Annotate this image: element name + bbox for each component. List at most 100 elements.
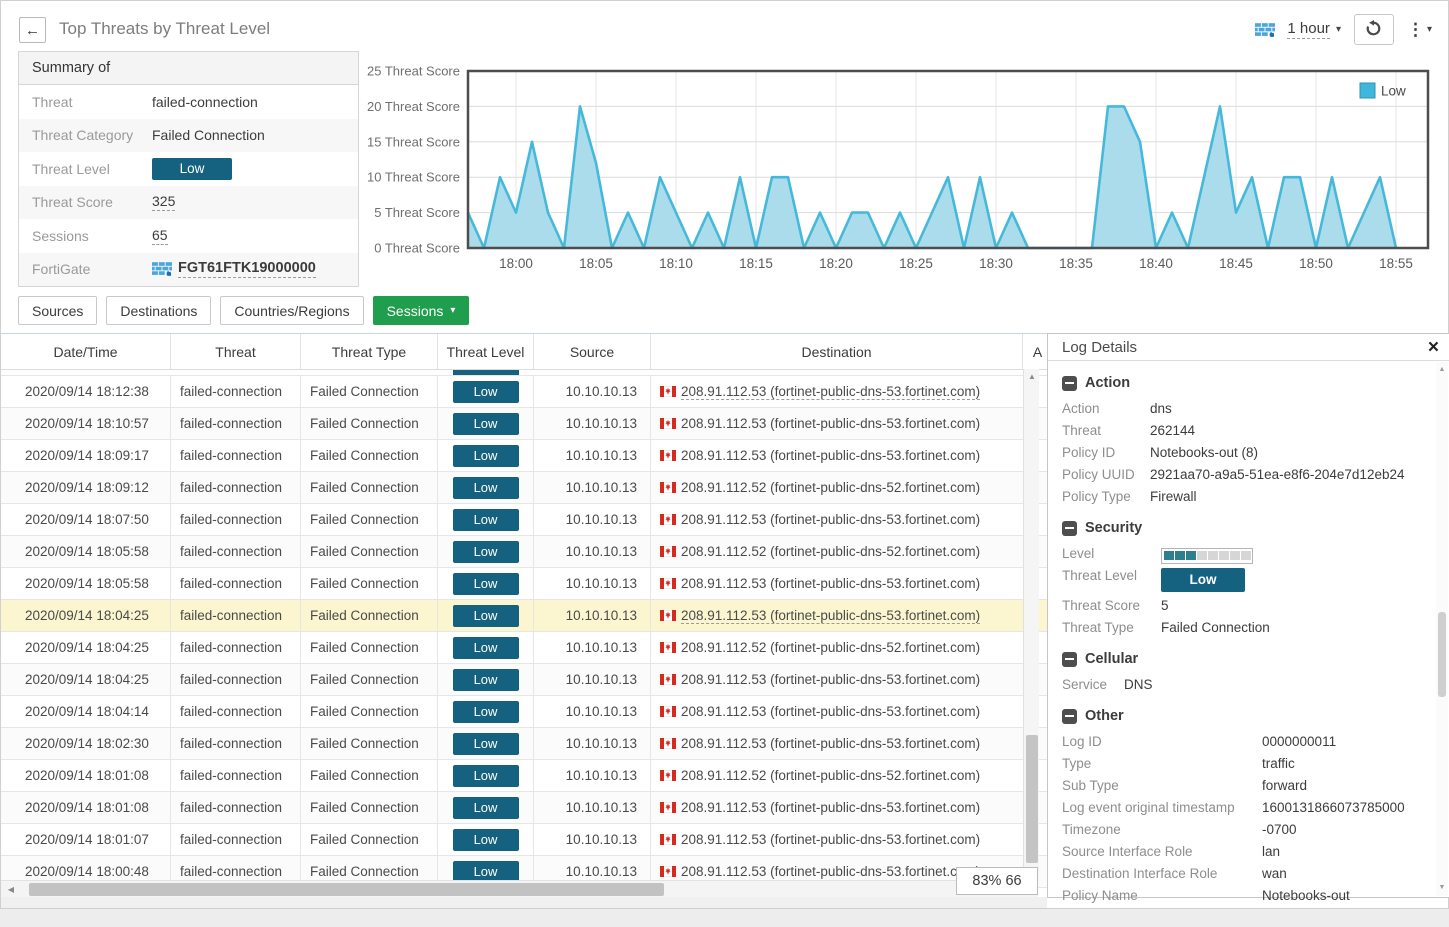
- column-header-action-partial[interactable]: A: [1023, 334, 1047, 369]
- table-header: Date/TimeThreatThreat TypeThreat LevelSo…: [1, 334, 1047, 370]
- destination-link[interactable]: 208.91.112.53 (fortinet-public-dns-53.fo…: [681, 704, 980, 719]
- cell-threat: failed-connection: [171, 376, 301, 407]
- summary-value: Failed Connection: [152, 127, 265, 143]
- destination-link[interactable]: 208.91.112.53 (fortinet-public-dns-53.fo…: [681, 512, 980, 527]
- summary-value-link[interactable]: 325: [152, 193, 175, 211]
- log-field-value: 1600131866073785000: [1262, 798, 1405, 818]
- destination-link[interactable]: 208.91.112.53 (fortinet-public-dns-53.fo…: [681, 800, 980, 815]
- cell-threat: failed-connection: [171, 792, 301, 823]
- collapse-icon[interactable]: [1062, 521, 1077, 536]
- fortianalyzer-fortiview-app: ← Top Threats by Threat Level 1 hour ▾: [0, 0, 1449, 909]
- canada-flag-icon: [660, 482, 676, 493]
- collapse-icon[interactable]: [1062, 709, 1077, 724]
- log-field-row: Threat Score5: [1062, 596, 1429, 616]
- collapse-icon[interactable]: [1062, 652, 1077, 667]
- tab-sessions[interactable]: Sessions▾: [373, 296, 470, 325]
- tab-destinations[interactable]: Destinations: [106, 296, 211, 325]
- table-row[interactable]: 2020/09/14 18:01:08 failed-connection Fa…: [1, 760, 1047, 792]
- chevron-down-icon: ▾: [450, 305, 455, 316]
- svg-text:25 Threat Score: 25 Threat Score: [367, 64, 460, 79]
- destination-link[interactable]: 208.91.112.52 (fortinet-public-dns-52.fo…: [681, 768, 980, 783]
- destination-link[interactable]: 208.91.112.53 (fortinet-public-dns-53.fo…: [681, 448, 980, 463]
- cell-threat: failed-connection: [171, 568, 301, 599]
- cell-threat-level: Low: [438, 632, 534, 663]
- column-header-date-time[interactable]: Date/Time: [1, 334, 171, 369]
- table-row[interactable]: 2020/09/14 18:12:38 failed-connection Fa…: [1, 376, 1047, 408]
- table-row[interactable]: 2020/09/14 18:05:58 failed-connection Fa…: [1, 568, 1047, 600]
- cell-threat: failed-connection: [171, 472, 301, 503]
- destination-link[interactable]: 208.91.112.52 (fortinet-public-dns-52.fo…: [681, 640, 980, 655]
- summary-title: Summary of: [19, 52, 358, 85]
- table-vertical-scrollbar[interactable]: ▲ ▼: [1023, 369, 1039, 881]
- table-row[interactable]: 2020/09/14 18:01:07 failed-connection Fa…: [1, 824, 1047, 856]
- table-row[interactable]: 2020/09/14 18:09:17 failed-connection Fa…: [1, 440, 1047, 472]
- back-button[interactable]: ←: [19, 17, 46, 43]
- scroll-up-arrow-icon[interactable]: ▲: [1436, 364, 1448, 376]
- canada-flag-icon: [660, 610, 676, 621]
- log-field-row: Policy UUID2921aa70-a9a5-51ea-e8f6-204e7…: [1062, 465, 1429, 485]
- log-field-row: Destination Interface Rolewan: [1062, 864, 1429, 884]
- canada-flag-icon: [660, 578, 676, 589]
- more-menu-button[interactable]: ⋮ ▾: [1407, 20, 1432, 40]
- tab-countries-regions[interactable]: Countries/Regions: [220, 296, 363, 325]
- column-header-threat-level[interactable]: Threat Level: [438, 334, 534, 369]
- log-field-label: Service: [1062, 675, 1124, 695]
- destination-link[interactable]: 208.91.112.53 (fortinet-public-dns-53.fo…: [681, 832, 980, 847]
- canada-flag-icon: [660, 866, 676, 877]
- summary-value-link[interactable]: 65: [152, 227, 168, 245]
- destination-link[interactable]: 208.91.112.53 (fortinet-public-dns-53.fo…: [681, 384, 980, 400]
- destination-link[interactable]: 208.91.112.53 (fortinet-public-dns-53.fo…: [681, 576, 980, 591]
- time-range-dropdown[interactable]: 1 hour ▾: [1255, 20, 1341, 39]
- destination-link[interactable]: 208.91.112.53 (fortinet-public-dns-53.fo…: [681, 672, 980, 687]
- table-row[interactable]: 2020/09/14 18:02:30 failed-connection Fa…: [1, 728, 1047, 760]
- column-header-threat-type[interactable]: Threat Type: [301, 334, 438, 369]
- destination-link[interactable]: 208.91.112.53 (fortinet-public-dns-53.fo…: [681, 864, 980, 879]
- destination-link[interactable]: 208.91.112.53 (fortinet-public-dns-53.fo…: [681, 416, 980, 431]
- section-header: Cellular: [1062, 651, 1429, 667]
- destination-link[interactable]: 208.91.112.53 (fortinet-public-dns-53.fo…: [681, 608, 980, 624]
- refresh-button[interactable]: [1354, 14, 1394, 45]
- column-header-source[interactable]: Source: [534, 334, 651, 369]
- table-row[interactable]: 2020/09/14 18:10:57 failed-connection Fa…: [1, 408, 1047, 440]
- destination-link[interactable]: 208.91.112.52 (fortinet-public-dns-52.fo…: [681, 544, 980, 559]
- cell-threat-level: Low: [438, 568, 534, 599]
- column-header-destination[interactable]: Destination: [651, 334, 1023, 369]
- log-field-row: Threat LevelLow: [1062, 566, 1429, 594]
- tab-sources[interactable]: Sources: [18, 296, 97, 325]
- table-row[interactable]: 2020/09/14 18:04:14 failed-connection Fa…: [1, 696, 1047, 728]
- table-row[interactable]: 2020/09/14 18:07:50 failed-connection Fa…: [1, 504, 1047, 536]
- column-header-threat[interactable]: Threat: [171, 334, 301, 369]
- table-row[interactable]: 2020/09/14 18:04:25 failed-connection Fa…: [1, 664, 1047, 696]
- topbar: ← Top Threats by Threat Level 1 hour ▾: [1, 1, 1448, 51]
- table-row[interactable]: 2020/09/14 18:04:25 failed-connection Fa…: [1, 600, 1047, 632]
- log-field-row: Log event original timestamp160013186607…: [1062, 798, 1429, 818]
- threat-level-badge: Low: [453, 413, 519, 435]
- scroll-up-arrow-icon[interactable]: ▲: [1024, 369, 1040, 385]
- summary-label: Sessions: [32, 228, 152, 244]
- cell-datetime: 2020/09/14 18:01:07: [1, 824, 171, 855]
- log-details-scrollbar[interactable]: ▲ ▼: [1436, 362, 1448, 896]
- table-row[interactable]: 2020/09/14 18:01:08 failed-connection Fa…: [1, 792, 1047, 824]
- vertical-scroll-thumb[interactable]: [1026, 735, 1038, 863]
- table-row[interactable]: 2020/09/14 18:04:25 failed-connection Fa…: [1, 632, 1047, 664]
- collapse-icon[interactable]: [1062, 376, 1077, 391]
- log-details-scroll-thumb[interactable]: [1438, 612, 1446, 697]
- table-row[interactable]: 2020/09/14 18:05:58 failed-connection Fa…: [1, 536, 1047, 568]
- cell-threat: failed-connection: [171, 504, 301, 535]
- cell-threat-type: Failed Connection: [301, 408, 438, 439]
- summary-label: Threat Level: [32, 161, 152, 177]
- fortigate-link[interactable]: FGT61FTK19000000: [178, 260, 316, 278]
- cell-destination: 208.91.112.52 (fortinet-public-dns-52.fo…: [651, 632, 1023, 663]
- log-field-label: Policy ID: [1062, 443, 1150, 463]
- table-row[interactable]: 2020/09/14 18:09:12 failed-connection Fa…: [1, 472, 1047, 504]
- partial-threat-level-badge: [453, 370, 519, 375]
- table-horizontal-scrollbar[interactable]: ◀: [1, 880, 1038, 897]
- close-button[interactable]: ×: [1428, 338, 1439, 357]
- destination-link[interactable]: 208.91.112.53 (fortinet-public-dns-53.fo…: [681, 736, 980, 751]
- horizontal-scroll-thumb[interactable]: [29, 883, 664, 896]
- scroll-left-arrow-icon[interactable]: ◀: [3, 881, 19, 897]
- scroll-down-arrow-icon[interactable]: ▼: [1436, 882, 1448, 894]
- log-field-label: Sub Type: [1062, 776, 1262, 796]
- cell-source: 10.10.10.13: [534, 696, 651, 727]
- destination-link[interactable]: 208.91.112.52 (fortinet-public-dns-52.fo…: [681, 480, 980, 495]
